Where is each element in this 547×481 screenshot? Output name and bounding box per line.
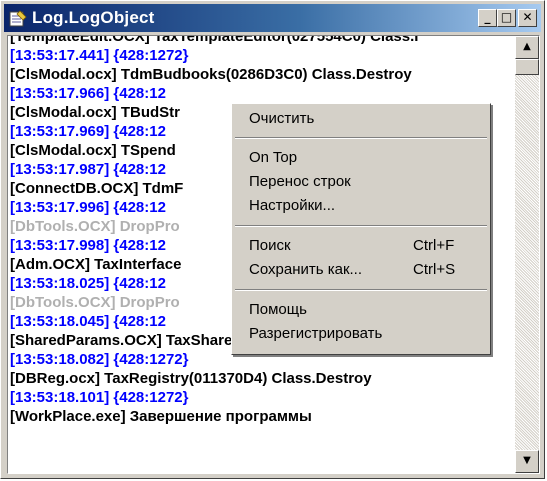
log-line: [DBReg.ocx] TaxRegistry(011370D4) Class.… [10, 370, 372, 387]
close-button[interactable]: ✕ [518, 9, 537, 27]
context-menu: Очистить On Top Перенос строк Настройки.… [231, 103, 491, 355]
maximize-button[interactable]: □ [497, 9, 516, 27]
minimize-icon: _ [484, 10, 491, 24]
menu-item-shortcut: Ctrl+S [413, 261, 456, 278]
scroll-up-button[interactable]: ▲ [515, 36, 539, 59]
log-line: [WorkPlace.exe] Завершение программы [10, 408, 312, 425]
menu-item-label: Поиск [249, 237, 291, 254]
menu-item-label: On Top [249, 149, 298, 166]
scroll-thumb[interactable] [515, 59, 539, 75]
log-line: [13:53:17.966] {428:12 [10, 85, 166, 102]
menu-item-shortcut: Ctrl+F [413, 237, 455, 254]
menu-item-label: Разрегистрировать [249, 325, 383, 342]
close-icon: ✕ [522, 10, 533, 24]
menu-item-label: Сохранить как... [249, 261, 363, 278]
menu-item-help[interactable]: Помощь [233, 299, 489, 321]
log-line: [13:53:17.441] {428:1272} [10, 47, 189, 64]
menu-separator [235, 137, 487, 139]
log-window: Log.LogObject _ □ ✕ [TemplateEdit.OCX] T… [0, 0, 545, 479]
menu-item-word-wrap[interactable]: Перенос строк [233, 171, 489, 193]
arrow-down-icon: ▼ [523, 455, 531, 466]
title-bar[interactable]: Log.LogObject _ □ ✕ [4, 4, 541, 32]
menu-separator [235, 225, 487, 227]
maximize-icon: □ [500, 10, 513, 24]
log-line: [13:53:18.101] {428:1272} [10, 389, 189, 406]
window-title: Log.LogObject [32, 8, 155, 27]
menu-item-label: Очистить [249, 110, 315, 127]
log-line: [ClsModal.ocx] TdmBudbooks(0286D3C0) Cla… [10, 66, 412, 83]
menu-item-save-as[interactable]: Сохранить как... Ctrl+S [233, 259, 489, 281]
arrow-up-icon: ▲ [523, 41, 531, 52]
menu-separator [235, 289, 487, 291]
menu-item-label: Помощь [249, 301, 307, 318]
menu-item-on-top[interactable]: On Top [233, 147, 489, 169]
menu-item-settings[interactable]: Настройки... [233, 195, 489, 217]
minimize-button[interactable]: _ [478, 9, 497, 27]
menu-item-search[interactable]: Поиск Ctrl+F [233, 235, 489, 257]
menu-item-label: Перенос строк [249, 173, 351, 190]
notepad-icon [9, 10, 27, 27]
vertical-scrollbar[interactable]: ▲ ▼ [515, 36, 539, 473]
menu-item-label: Настройки... [249, 197, 336, 214]
menu-item-clear[interactable]: Очистить [233, 108, 489, 130]
log-line: [TemplateEdit.OCX] TaxTemplateEditor(027… [10, 35, 419, 45]
scroll-down-button[interactable]: ▼ [515, 450, 539, 473]
menu-item-unregister[interactable]: Разрегистрировать [233, 323, 489, 345]
